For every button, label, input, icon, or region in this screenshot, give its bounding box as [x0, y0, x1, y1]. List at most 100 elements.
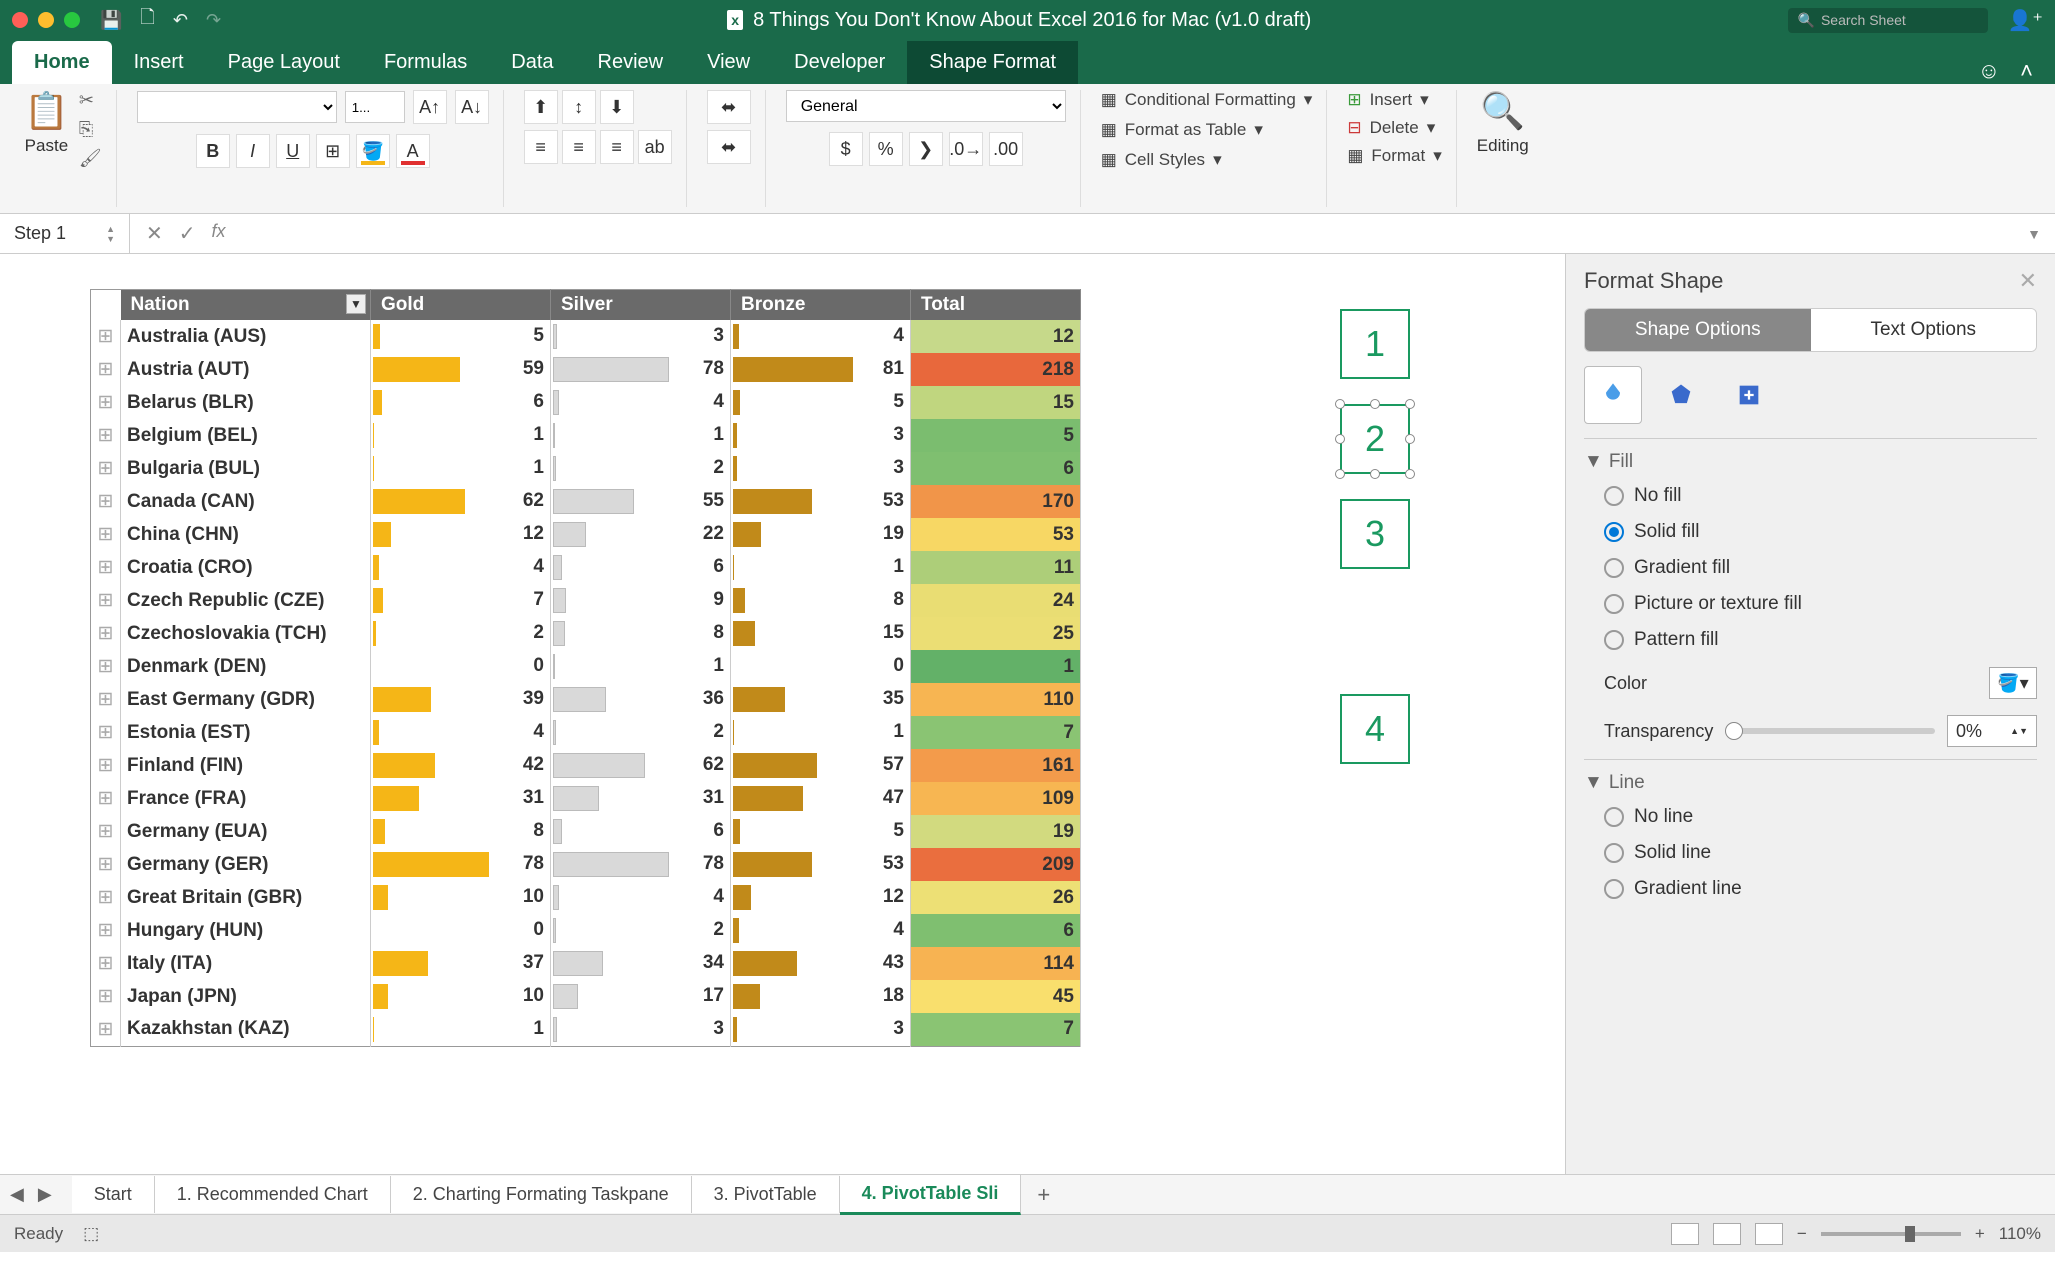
- transparency-value[interactable]: 0%▲▼: [1947, 715, 2037, 747]
- total-cell[interactable]: 209: [911, 848, 1081, 881]
- table-row[interactable]: ⊞ Bulgaria (BUL) 1 2 3 6: [91, 452, 1081, 485]
- expand-icon[interactable]: ⊞: [91, 782, 121, 815]
- conditional-formatting-button[interactable]: ▦Conditional Formatting ▾: [1101, 90, 1313, 110]
- expand-icon[interactable]: ⊞: [91, 815, 121, 848]
- header-gold[interactable]: Gold: [371, 290, 551, 321]
- format-painter-icon[interactable]: 🖌: [79, 148, 102, 169]
- expand-icon[interactable]: ⊞: [91, 551, 121, 584]
- bronze-cell[interactable]: 3: [731, 1013, 911, 1046]
- gold-cell[interactable]: 2: [371, 617, 551, 650]
- silver-cell[interactable]: 3: [551, 1013, 731, 1046]
- undo-icon[interactable]: ↶: [173, 10, 188, 31]
- tab-shape-format[interactable]: Shape Format: [907, 41, 1078, 84]
- table-row[interactable]: ⊞ Kazakhstan (KAZ) 1 3 3 7: [91, 1013, 1081, 1046]
- expand-icon[interactable]: ⊞: [91, 386, 121, 419]
- bronze-cell[interactable]: 18: [731, 980, 911, 1013]
- tab-view[interactable]: View: [685, 41, 772, 84]
- align-middle-icon[interactable]: ↕: [562, 90, 596, 124]
- sheet-tab-slicer[interactable]: 4. PivotTable Sli: [840, 1175, 1022, 1215]
- no-fill-radio[interactable]: No fill: [1604, 485, 2037, 507]
- merge-cells-icon[interactable]: ⬌: [707, 90, 751, 124]
- total-cell[interactable]: 110: [911, 683, 1081, 716]
- table-row[interactable]: ⊞ Austria (AUT) 59 78 81 218: [91, 353, 1081, 386]
- table-row[interactable]: ⊞ Japan (JPN) 10 17 18 45: [91, 980, 1081, 1013]
- nation-cell[interactable]: Kazakhstan (KAZ): [121, 1013, 371, 1046]
- nation-cell[interactable]: Czechoslovakia (TCH): [121, 617, 371, 650]
- total-cell[interactable]: 7: [911, 1013, 1081, 1046]
- bronze-cell[interactable]: 53: [731, 485, 911, 518]
- callout-4[interactable]: 4: [1340, 694, 1410, 764]
- delete-cells-button[interactable]: ⊟Delete ▾: [1347, 118, 1441, 138]
- font-color-button[interactable]: A: [396, 134, 430, 168]
- confirm-formula-icon[interactable]: ✓: [179, 221, 196, 246]
- increase-font-icon[interactable]: A↑: [413, 90, 447, 124]
- table-row[interactable]: ⊞ Canada (CAN) 62 55 53 170: [91, 485, 1081, 518]
- silver-cell[interactable]: 36: [551, 683, 731, 716]
- gradient-line-radio[interactable]: Gradient line: [1604, 878, 2037, 900]
- expand-icon[interactable]: ⊞: [91, 353, 121, 386]
- total-cell[interactable]: 1: [911, 650, 1081, 683]
- bronze-cell[interactable]: 8: [731, 584, 911, 617]
- unmerge-cells-icon[interactable]: ⬌: [707, 130, 751, 164]
- expand-formula-icon[interactable]: ▼: [2013, 226, 2055, 242]
- tab-formulas[interactable]: Formulas: [362, 41, 489, 84]
- close-pane-icon[interactable]: ✕: [2019, 268, 2037, 294]
- bronze-cell[interactable]: 12: [731, 881, 911, 914]
- nation-cell[interactable]: Canada (CAN): [121, 485, 371, 518]
- table-row[interactable]: ⊞ Czechoslovakia (TCH) 2 8 15 25: [91, 617, 1081, 650]
- underline-button[interactable]: U: [276, 134, 310, 168]
- total-cell[interactable]: 45: [911, 980, 1081, 1013]
- silver-cell[interactable]: 17: [551, 980, 731, 1013]
- gold-cell[interactable]: 39: [371, 683, 551, 716]
- wrap-text-icon[interactable]: ab: [638, 130, 672, 164]
- nation-cell[interactable]: Australia (AUS): [121, 320, 371, 353]
- effects-tab-icon[interactable]: [1652, 366, 1710, 424]
- currency-icon[interactable]: $: [829, 132, 863, 166]
- gradient-fill-radio[interactable]: Gradient fill: [1604, 557, 2037, 579]
- gold-cell[interactable]: 8: [371, 815, 551, 848]
- bronze-cell[interactable]: 4: [731, 914, 911, 947]
- expand-icon[interactable]: ⊞: [91, 584, 121, 617]
- nation-cell[interactable]: Germany (EUA): [121, 815, 371, 848]
- tab-developer[interactable]: Developer: [772, 41, 907, 84]
- redo-icon[interactable]: ↷: [206, 10, 221, 31]
- silver-cell[interactable]: 78: [551, 848, 731, 881]
- silver-cell[interactable]: 34: [551, 947, 731, 980]
- silver-cell[interactable]: 2: [551, 716, 731, 749]
- fill-section-header[interactable]: ▼ Fill: [1584, 451, 2037, 473]
- nation-cell[interactable]: Belarus (BLR): [121, 386, 371, 419]
- gold-cell[interactable]: 1: [371, 419, 551, 452]
- bronze-cell[interactable]: 4: [731, 320, 911, 353]
- header-silver[interactable]: Silver: [551, 290, 731, 321]
- no-line-radio[interactable]: No line: [1604, 806, 2037, 828]
- gold-cell[interactable]: 6: [371, 386, 551, 419]
- total-cell[interactable]: 6: [911, 452, 1081, 485]
- table-row[interactable]: ⊞ Finland (FIN) 42 62 57 161: [91, 749, 1081, 782]
- normal-view-icon[interactable]: [1671, 1223, 1699, 1245]
- bronze-cell[interactable]: 19: [731, 518, 911, 551]
- gold-cell[interactable]: 42: [371, 749, 551, 782]
- silver-cell[interactable]: 8: [551, 617, 731, 650]
- total-cell[interactable]: 218: [911, 353, 1081, 386]
- worksheet-area[interactable]: Nation▼ Gold Silver Bronze Total ⊞ Austr…: [0, 254, 1565, 1174]
- align-left-icon[interactable]: ≡: [524, 130, 558, 164]
- maximize-window-icon[interactable]: [64, 12, 80, 28]
- expand-icon[interactable]: ⊞: [91, 617, 121, 650]
- decrease-decimal-icon[interactable]: .00: [989, 132, 1023, 166]
- bronze-cell[interactable]: 53: [731, 848, 911, 881]
- bronze-cell[interactable]: 47: [731, 782, 911, 815]
- zoom-out-icon[interactable]: −: [1797, 1224, 1807, 1244]
- formula-input[interactable]: [242, 225, 2014, 243]
- zoom-level[interactable]: 110%: [1999, 1224, 2041, 1244]
- total-cell[interactable]: 19: [911, 815, 1081, 848]
- nation-cell[interactable]: Finland (FIN): [121, 749, 371, 782]
- minimize-window-icon[interactable]: [38, 12, 54, 28]
- silver-cell[interactable]: 22: [551, 518, 731, 551]
- total-cell[interactable]: 170: [911, 485, 1081, 518]
- callout-3[interactable]: 3: [1340, 499, 1410, 569]
- silver-cell[interactable]: 6: [551, 551, 731, 584]
- gold-cell[interactable]: 0: [371, 914, 551, 947]
- comma-icon[interactable]: ❯: [909, 132, 943, 166]
- percent-icon[interactable]: %: [869, 132, 903, 166]
- gold-cell[interactable]: 37: [371, 947, 551, 980]
